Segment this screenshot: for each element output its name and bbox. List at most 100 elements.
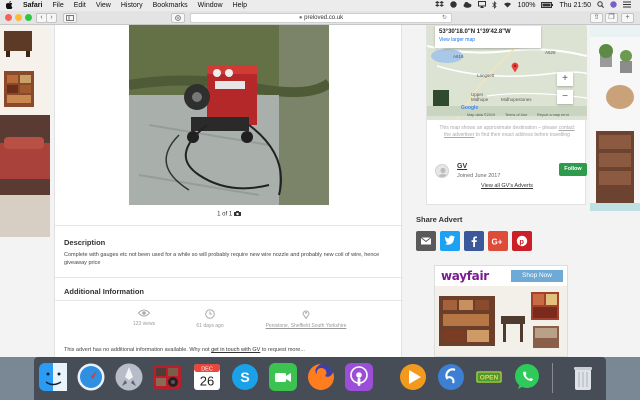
view-larger-map-link[interactable]: View larger map (439, 37, 537, 43)
skype-status-icon[interactable] (447, 1, 460, 10)
trash-icon[interactable] (568, 362, 598, 392)
divider (55, 225, 403, 226)
siri-icon[interactable] (607, 1, 620, 10)
fullscreen-window-icon[interactable] (25, 14, 32, 21)
calendar-month: DEC (201, 366, 213, 372)
new-tab-button[interactable]: + (621, 13, 634, 23)
listing-photo[interactable] (129, 25, 329, 205)
launchpad-icon[interactable] (114, 362, 144, 392)
photo-booth-icon[interactable] (152, 362, 182, 392)
open-badge-app-icon[interactable]: OPEN (474, 362, 504, 392)
tabs-overview-button[interactable]: ❐ (605, 13, 618, 23)
zoom-out-button[interactable]: − (557, 90, 573, 104)
map-disclaimer: This map shows an approximate destinatio… (437, 125, 577, 139)
menu-view[interactable]: View (91, 2, 116, 9)
safari-icon[interactable] (76, 362, 106, 392)
close-window-icon[interactable] (5, 14, 12, 21)
facetime-icon[interactable] (268, 362, 298, 392)
pinterest-icon: p (516, 235, 528, 247)
skype-icon[interactable]: S (230, 362, 260, 392)
welder-photo-image (129, 25, 329, 205)
web-page: 1 of 1 Description Complete with gauges … (0, 25, 640, 357)
description-text: Complete with gauges etc not been used f… (64, 252, 380, 266)
spotlight-icon[interactable] (594, 1, 607, 10)
share-browser-button[interactable]: ⇧ (590, 13, 603, 23)
sidebar-button[interactable] (63, 13, 77, 23)
apple-icon[interactable] (0, 0, 18, 11)
location-map[interactable]: 53°30'18.0"N 1°39'42.8"W View larger map… (427, 26, 587, 120)
notification-center-icon[interactable] (620, 1, 634, 10)
menu-bar: Safari File Edit View History Bookmarks … (0, 0, 640, 11)
location-pin-icon (302, 310, 310, 319)
cloud-icon[interactable] (460, 1, 475, 10)
email-icon (420, 237, 432, 245)
seller-name-link[interactable]: GV (457, 163, 467, 170)
view-all-adverts-link[interactable]: View all GV's Adverts (427, 183, 587, 189)
posted-time: 61 days ago (196, 323, 224, 329)
facebook-icon (471, 236, 477, 247)
views-count: 123 views (132, 321, 156, 327)
map-note-text-end: to find their exact address before trave… (475, 132, 570, 138)
share-twitter-button[interactable] (440, 231, 460, 251)
forward-button[interactable]: › (46, 13, 57, 23)
location-link[interactable]: Penistone, Sheffield South Yorkshire (266, 323, 347, 329)
terms-link[interactable]: Terms of Use (505, 113, 527, 117)
whatsapp-icon[interactable] (512, 362, 542, 392)
report-map-error-link[interactable]: Report a map error (537, 113, 569, 117)
share-email-button[interactable] (416, 231, 436, 251)
seller-joined-date: Joined June 2017 (457, 173, 501, 179)
menu-app-safari[interactable]: Safari (18, 2, 47, 9)
menu-file[interactable]: File (47, 2, 68, 9)
twitter-icon (444, 235, 456, 245)
battery-icon[interactable] (538, 1, 556, 10)
no-info-text-end: to request more... (261, 347, 305, 353)
reader-button[interactable] (171, 13, 185, 23)
menu-bookmarks[interactable]: Bookmarks (148, 2, 193, 9)
menu-window[interactable]: Window (193, 2, 228, 9)
airplay-icon[interactable] (475, 1, 489, 10)
zoom-in-button[interactable]: + (557, 72, 573, 86)
dropbox-icon[interactable] (432, 1, 447, 10)
menu-edit[interactable]: Edit (69, 2, 91, 9)
calendar-day: 26 (200, 374, 214, 389)
coordinates-box: 53°30'18.0"N 1°39'42.8"W View larger map (435, 26, 541, 48)
clock[interactable]: Thu 21:50 (556, 2, 594, 9)
bluetooth-icon[interactable] (489, 0, 500, 11)
left-ad-banner[interactable] (0, 25, 50, 237)
follow-button[interactable]: Follow (559, 163, 587, 176)
seller-map-card: 53°30'18.0"N 1°39'42.8"W View larger map… (426, 25, 587, 205)
contact-seller-link[interactable]: get in touch with GV (211, 347, 260, 353)
menu-help[interactable]: Help (228, 2, 252, 9)
calendar-icon[interactable]: DEC 26 (192, 362, 222, 392)
share-google-plus-button[interactable]: G+ (488, 231, 508, 251)
seller-avatar[interactable] (435, 164, 449, 178)
wifi-icon[interactable] (500, 1, 515, 10)
address-bar[interactable]: ● preloved.co.uk ↻ (190, 13, 452, 23)
listing-panel: 1 of 1 Description Complete with gauges … (54, 25, 403, 357)
lock-icon: ● (298, 15, 303, 21)
podcasts-icon[interactable] (344, 362, 374, 392)
screen: Safari File Edit View History Bookmarks … (0, 0, 640, 400)
simplenote-icon[interactable] (436, 362, 466, 392)
svg-text:p: p (519, 237, 524, 246)
camera-icon (233, 211, 241, 218)
no-info-notice: This advert has no additional informatio… (64, 347, 394, 353)
share-pinterest-button[interactable]: p (512, 231, 532, 251)
google-logo: Google (461, 105, 479, 111)
firefox-icon[interactable] (306, 362, 336, 392)
shop-now-button[interactable]: Shop Now (511, 270, 563, 282)
furniture-ad-image (0, 25, 50, 237)
dock: DEC 26 S OPEN (34, 357, 606, 400)
description-heading: Description (64, 238, 106, 247)
vlc-icon[interactable] (398, 362, 428, 392)
share-advert-heading: Share Advert (416, 215, 463, 224)
svg-text:G+: G+ (492, 238, 503, 247)
finder-icon[interactable] (38, 362, 68, 392)
wayfair-ad[interactable]: wayfair Shop Now (434, 265, 568, 357)
map-label-midhopestones: Midhopestones (501, 97, 532, 102)
right-ad-banner[interactable] (590, 25, 640, 211)
share-facebook-button[interactable] (464, 231, 484, 251)
menu-history[interactable]: History (116, 2, 148, 9)
minimize-window-icon[interactable] (15, 14, 22, 21)
reload-icon[interactable]: ↻ (442, 14, 447, 22)
